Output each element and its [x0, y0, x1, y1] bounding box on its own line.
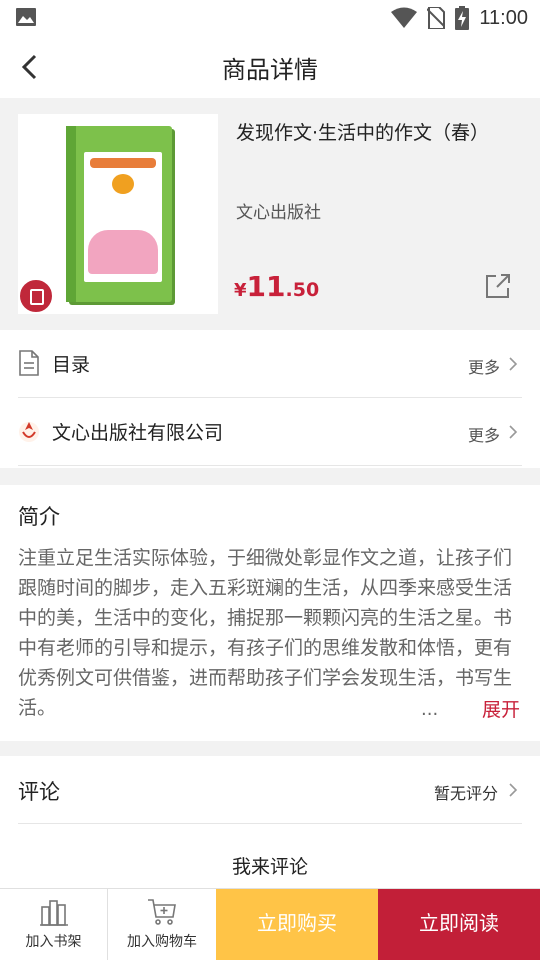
- chevron-right-icon: [509, 357, 518, 371]
- publisher-more[interactable]: 更多: [468, 422, 500, 446]
- chevron-right-icon: [509, 425, 518, 439]
- bottom-action-bar: 加入书架 加入购物车 立即购买 立即阅读: [0, 888, 540, 960]
- nav-bar: 商品详情: [0, 36, 540, 98]
- image-icon: [16, 8, 36, 26]
- cart-label: 加入购物车: [127, 934, 197, 950]
- product-price: ¥11.50: [234, 270, 319, 303]
- battery-charging-icon: [455, 6, 470, 30]
- page-title: 商品详情: [222, 56, 318, 84]
- intro-ellipsis: ...: [421, 699, 439, 720]
- product-section: 发现作文·生活中的作文（春） 文心出版社 ¥11.50: [0, 98, 540, 330]
- document-icon: [19, 350, 39, 376]
- catalog-row[interactable]: 目录 更多: [18, 330, 522, 398]
- publisher-label: 文心出版社有限公司: [52, 422, 224, 444]
- price-decimal: .50: [285, 279, 320, 301]
- publisher-logo-icon: [19, 422, 39, 442]
- ebook-badge-icon: [18, 278, 54, 314]
- buy-now-button[interactable]: 立即购买: [216, 889, 378, 960]
- review-section: 评论 暂无评分 我来评论: [0, 756, 540, 890]
- no-sim-icon: [427, 7, 446, 29]
- price-integer: 11: [246, 270, 286, 303]
- intro-text: 注重立足生活实际体验，于细微处彰显作文之道，让孩子们跟随时间的脚步，走入五彩斑斓…: [18, 547, 513, 719]
- wifi-icon: [391, 7, 418, 28]
- bookshelf-icon: [39, 900, 68, 926]
- publisher-row[interactable]: 文心出版社有限公司 更多: [18, 398, 522, 466]
- info-list: 目录 更多 文心出版社有限公司 更多: [0, 330, 540, 468]
- catalog-more[interactable]: 更多: [468, 354, 500, 378]
- write-review-button[interactable]: 我来评论: [0, 852, 540, 879]
- read-now-button[interactable]: 立即阅读: [378, 889, 540, 960]
- status-bar: 11:00: [0, 0, 540, 36]
- catalog-label: 目录: [52, 354, 91, 376]
- bookshelf-label: 加入书架: [25, 934, 82, 950]
- intro-section: 简介 注重立足生活实际体验，于细微处彰显作文之道，让孩子们跟随时间的脚步，走入五…: [0, 485, 540, 741]
- price-currency: ¥: [234, 280, 247, 301]
- product-title: 发现作文·生活中的作文（春）: [236, 122, 490, 144]
- product-publisher: 文心出版社: [236, 203, 321, 223]
- add-to-cart-button[interactable]: 加入购物车: [108, 889, 216, 960]
- intro-heading: 简介: [18, 505, 60, 529]
- status-time: 11:00: [479, 6, 528, 29]
- review-header[interactable]: 评论 暂无评分: [18, 756, 522, 824]
- chevron-right-icon: [509, 783, 518, 797]
- expand-button[interactable]: 展开: [482, 695, 520, 722]
- review-score: 暂无评分: [433, 784, 498, 803]
- cart-icon: [148, 899, 176, 925]
- review-heading: 评论: [18, 780, 60, 804]
- add-to-bookshelf-button[interactable]: 加入书架: [0, 889, 108, 960]
- book-illustration: [66, 126, 172, 302]
- share-icon[interactable]: [484, 272, 512, 300]
